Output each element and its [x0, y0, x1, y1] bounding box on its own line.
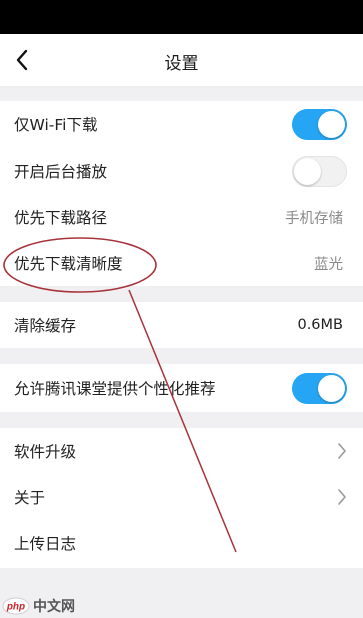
- upload-log-label: 上传日志: [14, 535, 77, 553]
- row-about[interactable]: 关于: [0, 474, 363, 520]
- background-play-label: 开启后台播放: [14, 163, 108, 181]
- row-wifi-download: 仅Wi-Fi下载: [0, 101, 363, 147]
- site-watermark: php 中文网: [2, 595, 75, 617]
- about-label: 关于: [14, 489, 46, 507]
- chevron-right-icon: [335, 487, 349, 507]
- toggle-knob: [294, 157, 321, 185]
- page-title: 设置: [164, 54, 199, 74]
- clear-cache-label: 清除缓存: [14, 317, 77, 335]
- row-clear-cache[interactable]: 清除缓存 0.6MB: [0, 302, 363, 348]
- cache-size-value: 0.6MB: [297, 317, 343, 333]
- toggle-knob: [318, 110, 345, 138]
- about-section: 软件升级 关于 上传日志: [0, 428, 363, 568]
- personalized-recommendation-toggle[interactable]: [292, 372, 347, 404]
- row-upload-log[interactable]: 上传日志: [0, 520, 363, 566]
- php-logo-text: php: [6, 602, 25, 613]
- row-personalized-recommendation: 允许腾讯课堂提供个性化推荐: [0, 365, 363, 411]
- nav-bar: 设置: [0, 34, 363, 86]
- row-software-upgrade[interactable]: 软件升级: [0, 428, 363, 474]
- chevron-right-icon: [335, 441, 349, 461]
- background-play-toggle[interactable]: [292, 155, 347, 187]
- toggle-knob: [318, 374, 345, 402]
- wifi-download-toggle[interactable]: [292, 108, 347, 140]
- row-background-play: 开启后台播放: [0, 148, 363, 194]
- software-upgrade-label: 软件升级: [14, 443, 77, 461]
- cache-section: 清除缓存 0.6MB: [0, 302, 363, 348]
- recommendation-section: 允许腾讯课堂提供个性化推荐: [0, 364, 363, 412]
- wifi-download-label: 仅Wi-Fi下载: [14, 116, 98, 134]
- download-quality-label: 优先下载清晰度: [14, 255, 123, 273]
- row-download-quality[interactable]: 优先下载清晰度 蓝光: [0, 240, 363, 286]
- watermark-text: 中文网: [33, 599, 75, 615]
- php-logo-icon: php: [2, 597, 30, 615]
- download-path-label: 优先下载路径: [14, 209, 108, 227]
- download-settings-section: 仅Wi-Fi下载 开启后台播放 优先下载路径 手机存储 优先下载清晰度 蓝光: [0, 101, 363, 286]
- download-path-value: 手机存储: [285, 210, 343, 227]
- download-quality-value: 蓝光: [314, 256, 343, 273]
- row-download-path[interactable]: 优先下载路径 手机存储: [0, 194, 363, 240]
- personalized-recommendation-label: 允许腾讯课堂提供个性化推荐: [14, 380, 216, 398]
- status-bar: [0, 0, 363, 34]
